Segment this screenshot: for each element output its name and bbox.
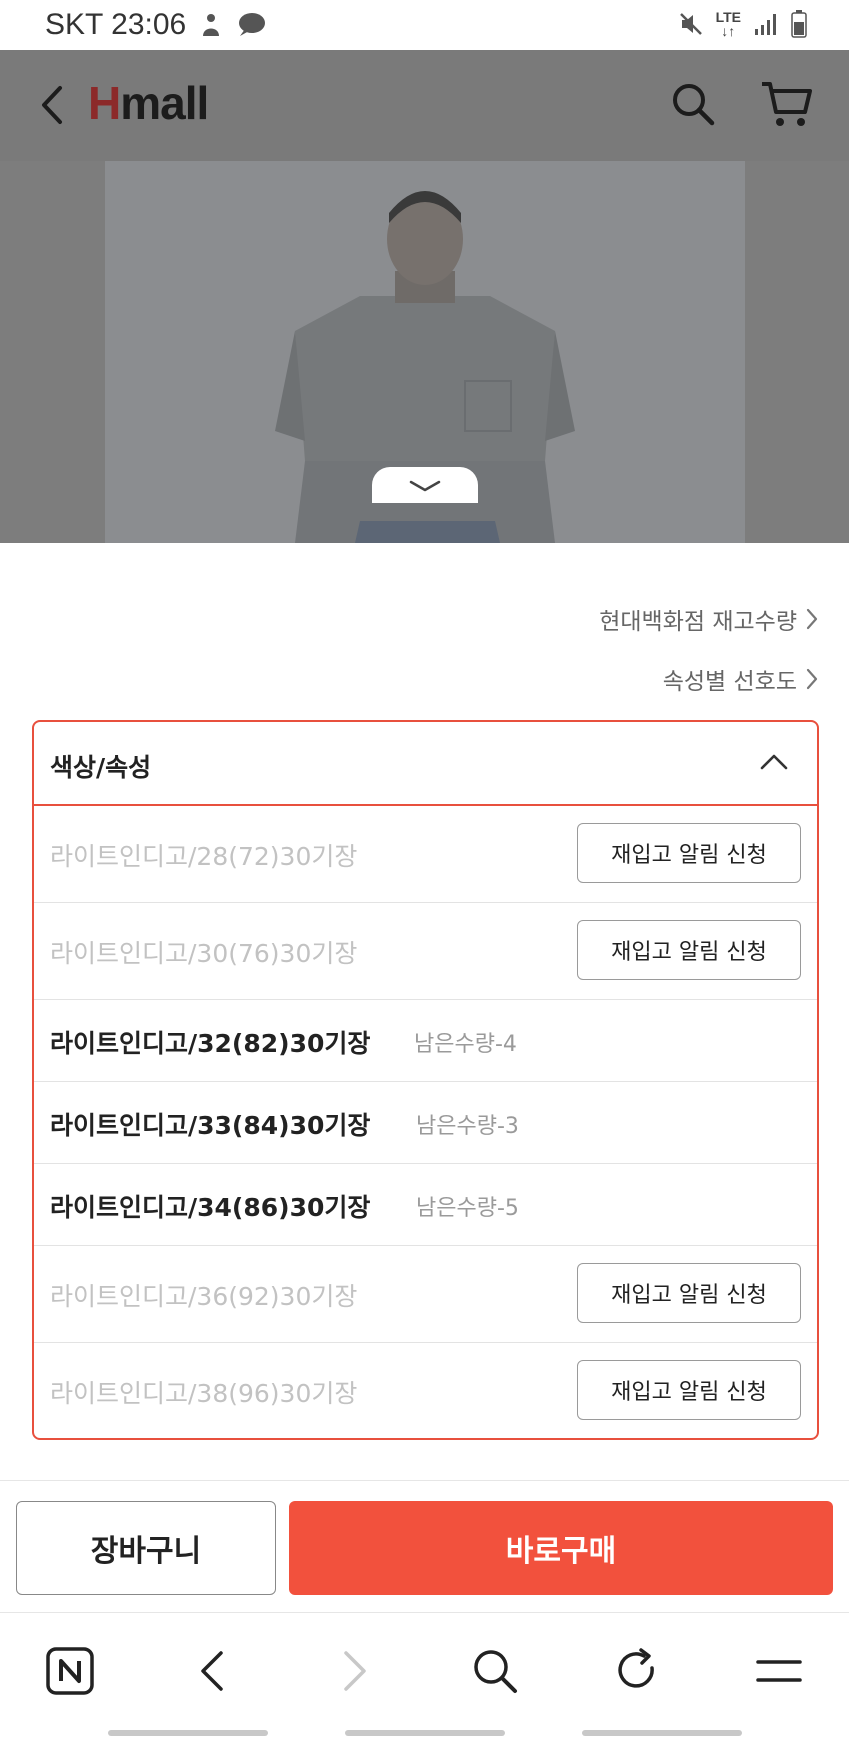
back-button[interactable] [34, 82, 74, 128]
hmall-logo[interactable]: Hmall [88, 76, 209, 130]
refresh-icon [618, 1648, 654, 1688]
gesture-bar[interactable] [108, 1730, 268, 1736]
restock-alert-button[interactable]: 재입고 알림 신청 [577, 1360, 801, 1420]
option-row[interactable]: 라이트인디고/32(82)30기장 남은수량-4 [34, 1000, 817, 1082]
gesture-bar[interactable] [345, 1730, 505, 1736]
browser-menu-button[interactable] [749, 1641, 809, 1701]
restock-alert-button[interactable]: 재입고 알림 신청 [577, 1263, 801, 1323]
remaining-stock: 남은수량-5 [416, 1196, 519, 1221]
add-to-cart-button[interactable]: 장바구니 [16, 1501, 276, 1595]
option-name: 라이트인디고/34(86)30기장 [50, 1193, 371, 1222]
stock-link-label: 현대백화점 재고수량 [599, 609, 797, 635]
search-icon [673, 84, 715, 126]
status-carrier-time: SKT 23:06 [45, 8, 187, 41]
chevron-up-icon [760, 754, 788, 770]
chat-icon [239, 13, 266, 36]
preference-link-label: 속성별 선호도 [662, 669, 797, 695]
network-indicator: LTE ↓↑ [715, 9, 741, 39]
cart-button[interactable] [759, 78, 813, 130]
mute-icon [679, 13, 702, 35]
gesture-bar[interactable] [582, 1730, 742, 1736]
option-name: 라이트인디고/38(96)30기장 [50, 1379, 358, 1408]
status-right: LTE ↓↑ [678, 10, 807, 38]
back-icon [42, 86, 62, 124]
browser-back-button[interactable] [182, 1641, 242, 1701]
browser-search-button[interactable] [465, 1641, 525, 1701]
chevron-right-icon [806, 668, 818, 690]
remaining-stock: 남은수량-4 [414, 1032, 517, 1057]
cart-icon [762, 82, 812, 126]
purchase-action-bar: 장바구니 바로구매 [0, 1480, 849, 1612]
naver-icon [46, 1647, 94, 1695]
forward-icon [344, 1651, 366, 1691]
signal-icon [755, 14, 776, 35]
option-name: 라이트인디고/30(76)30기장 [50, 939, 358, 968]
option-name: 라이트인디고/33(84)30기장 [50, 1111, 371, 1140]
notification-icon [203, 14, 220, 36]
option-row: 라이트인디고/38(96)30기장 재입고 알림 신청 [34, 1343, 817, 1438]
browser-refresh-button[interactable] [607, 1641, 667, 1701]
option-name: 라이트인디고/28(72)30기장 [50, 842, 358, 871]
browser-forward-button[interactable] [325, 1641, 385, 1701]
naver-home-button[interactable] [40, 1641, 100, 1701]
option-select-title: 색상/속성 [50, 753, 152, 782]
restock-alert-button[interactable]: 재입고 알림 신청 [577, 920, 801, 980]
chevron-down-icon [409, 480, 441, 492]
app-header: Hmall [0, 50, 849, 161]
option-row: 라이트인디고/28(72)30기장 재입고 알림 신청 [34, 806, 817, 903]
department-store-stock-link[interactable]: 현대백화점 재고수량 [599, 602, 819, 636]
status-left: SKT 23:06 [45, 8, 266, 42]
option-row: 라이트인디고/36(92)30기장 재입고 알림 신청 [34, 1246, 817, 1343]
buy-now-button[interactable]: 바로구매 [289, 1501, 833, 1595]
attribute-preference-link[interactable]: 속성별 선호도 [663, 662, 819, 696]
option-row[interactable]: 라이트인디고/34(86)30기장 남은수량-5 [34, 1164, 817, 1246]
browser-nav-bar [0, 1612, 849, 1747]
back-icon [201, 1651, 223, 1691]
restock-alert-button[interactable]: 재입고 알림 신청 [577, 823, 801, 883]
remaining-stock: 남은수량-3 [416, 1114, 519, 1139]
option-row[interactable]: 라이트인디고/33(84)30기장 남은수량-3 [34, 1082, 817, 1164]
option-name: 라이트인디고/32(82)30기장 [50, 1029, 371, 1058]
option-select-header[interactable]: 색상/속성 [34, 722, 817, 806]
option-row: 라이트인디고/30(76)30기장 재입고 알림 신청 [34, 903, 817, 1000]
battery-icon [791, 10, 807, 38]
menu-icon [756, 1660, 802, 1682]
search-button[interactable] [669, 80, 717, 128]
search-icon [474, 1650, 517, 1693]
status-bar: SKT 23:06 LTE ↓↑ [0, 0, 849, 50]
option-name: 라이트인디고/36(92)30기장 [50, 1282, 358, 1311]
option-select-panel: 색상/속성 라이트인디고/28(72)30기장 재입고 알림 신청 라이트인디고… [32, 720, 819, 1440]
chevron-right-icon [806, 608, 818, 630]
collapse-handle[interactable] [372, 467, 478, 503]
